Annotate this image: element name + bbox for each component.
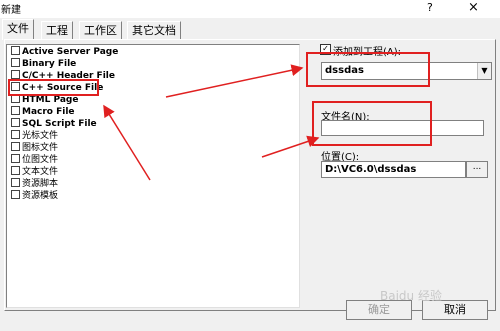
arrow-to-source-file (103, 104, 151, 181)
arrow-to-project-combo (165, 64, 304, 98)
arrow-to-file-name (261, 135, 320, 158)
annotation-arrows (103, 64, 320, 181)
watermark: Baidu 经验 (380, 289, 442, 303)
